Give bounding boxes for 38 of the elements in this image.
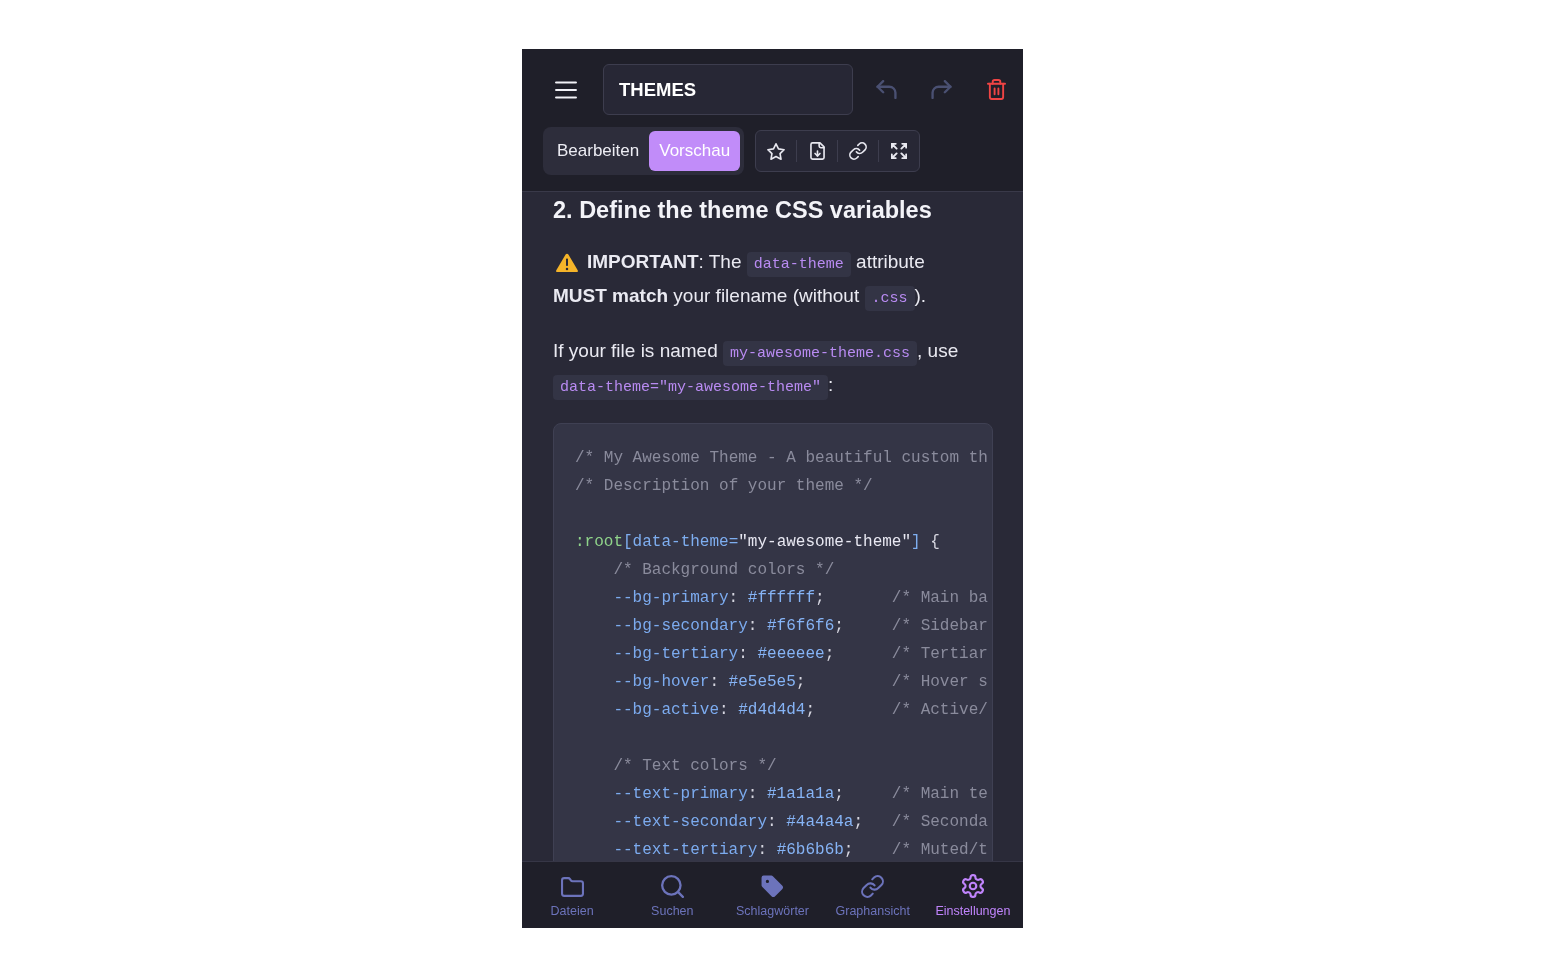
code-line: --text-tertiary: #6b6b6b; /* Muted/t [613,840,988,860]
link-icon [861,875,885,898]
undo-icon [874,80,898,99]
code-line: --bg-secondary: #f6f6f6; /* Sidebar [613,616,988,636]
code-line: :root[data-theme="my-awesome-theme"] { [575,532,940,552]
star-icon [767,142,786,160]
nav-tab[interactable]: Einstellungen [922,862,1023,928]
code-line: --bg-primary: #ffffff; /* Main ba [613,588,988,608]
code-line: --bg-active: #d4d4d4; /* Active/ [613,700,988,720]
menu-icon [555,80,577,99]
expand-icon [891,143,908,159]
redo-icon [929,80,953,99]
mode-tab[interactable]: Vorschau [649,131,741,171]
title-field[interactable]: THEMES [603,64,853,115]
trash-icon [986,79,1006,100]
section-heading: 2. Define the theme CSS variables [553,196,933,224]
code-line: --text-primary: #1a1a1a; /* Main te [613,784,988,804]
paragraph: IMPORTANT: The data-theme attribute MUST match your filename (without .css ). [553,245,981,313]
code-line: --text-secondary: #4a4a4a; /* Seconda [613,812,988,832]
code-line: /* Background colors */ [613,560,835,580]
code-line: /* My Awesome Theme - A beautiful custom th [575,448,988,468]
code-line: --bg-tertiary: #eeeeee; /* Tertiar [613,644,988,664]
mode-tab[interactable]: Bearbeiten [547,131,650,171]
link-icon [849,142,868,160]
folder-icon [560,877,584,897]
tag-icon [761,875,784,898]
code-line: /* Description of your theme */ [575,476,873,496]
code-line: /* Text colors */ [613,756,777,776]
paragraph: If your file is named my-awesome-theme.css , use data-theme="my-awesome-theme" : [553,334,981,402]
file-download-icon [809,142,825,160]
nav-tab[interactable]: Schlagwörter [722,862,823,928]
search-icon [660,875,684,898]
nav-tab[interactable]: Graphansicht [822,862,923,928]
nav-tab[interactable]: Suchen [622,862,723,928]
nav-tab[interactable]: Dateien [522,862,623,928]
warning-icon [556,253,578,272]
code-line: --bg-hover: #e5e5e5; /* Hover s [613,672,988,692]
settings-icon [961,874,984,898]
